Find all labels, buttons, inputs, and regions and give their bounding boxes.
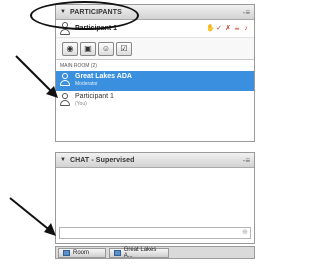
room-icon [63, 250, 70, 256]
chat-messages-area [56, 168, 254, 224]
speak-louder-icon[interactable]: ♪ [242, 25, 250, 33]
camera-icon[interactable]: ▣ [80, 41, 96, 56]
step-away-icon[interactable]: ☕ [233, 25, 241, 33]
participant-toolbar: ◉ ▣ ☺ ☑ [56, 38, 254, 60]
chat-input-box[interactable]: ⊕ [59, 227, 251, 239]
send-icon[interactable]: ⊕ [240, 228, 250, 238]
chat-pod-header[interactable]: ▼ CHAT - Supervised -≡ [56, 153, 254, 168]
raise-hand-icon[interactable]: ✋ [206, 25, 215, 33]
pod-menu-icon[interactable]: -≡ [240, 156, 250, 164]
agree-icon[interactable]: ✓ [215, 25, 223, 33]
speaker-icon[interactable]: ◉ [62, 41, 78, 56]
annotation-arrow-moderator [15, 55, 58, 98]
taskbar-tab-label: Great Lakes A... [123, 247, 157, 259]
disagree-icon[interactable]: ✗ [224, 25, 232, 33]
attendee-role: Moderator [75, 81, 98, 87]
pod-menu-icon[interactable]: -≡ [240, 8, 250, 16]
taskbar-tab-room[interactable]: Room [58, 248, 106, 258]
taskbar-tab-meeting[interactable]: Great Lakes A... [109, 247, 169, 259]
attendee-role: (You) [75, 101, 87, 107]
chat-pod-title: CHAT - Supervised [69, 156, 135, 164]
taskbar: Room Great Lakes A... [55, 246, 255, 259]
status-icons: ✋ ✓ ✗ ☕ ♪ [206, 25, 250, 33]
status-icon[interactable]: ☺ [98, 41, 114, 56]
collapse-triangle-icon[interactable]: ▼ [60, 157, 66, 163]
attendee-row[interactable]: Great Lakes ADA Moderator [56, 71, 254, 91]
checklist-icon[interactable]: ☑ [116, 41, 132, 56]
room-label: MAIN ROOM (2) [60, 63, 97, 69]
taskbar-tab-label: Room [73, 250, 90, 256]
meeting-icon [114, 250, 121, 256]
attendee-name: Participant 1 [75, 93, 114, 100]
attendee-name: Great Lakes ADA [75, 73, 132, 80]
chat-pod: ▼ CHAT - Supervised -≡ ⊕ [55, 152, 255, 244]
chat-input[interactable] [60, 228, 240, 238]
attendee-row[interactable]: Participant 1 (You) [56, 91, 254, 111]
annotation-circle [30, 1, 139, 30]
annotation-arrow-chat-input [9, 197, 56, 236]
